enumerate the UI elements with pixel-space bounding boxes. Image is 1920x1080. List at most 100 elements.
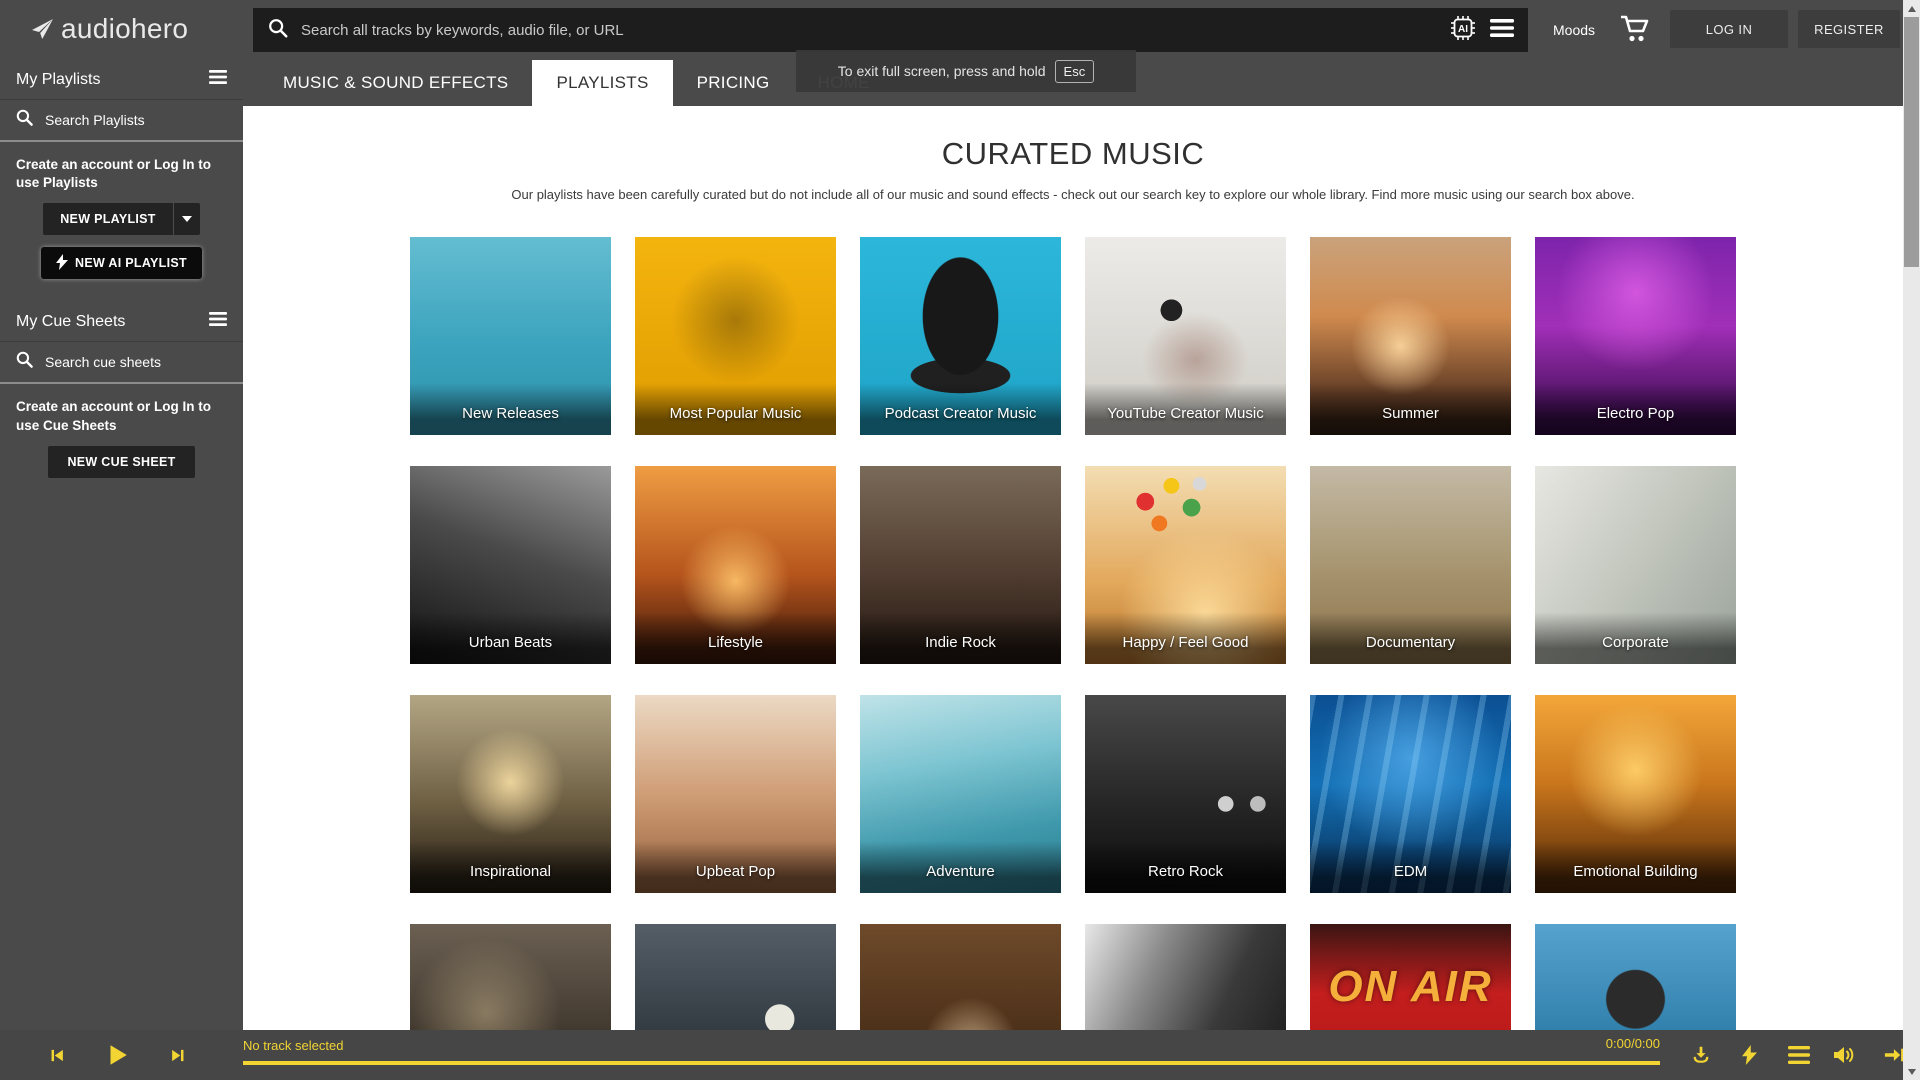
search-bar: AI <box>253 8 1528 52</box>
toast-text: To exit full screen, press and hold <box>838 63 1046 79</box>
tab-playlists[interactable]: PLAYLISTS <box>532 60 672 106</box>
playlist-tile-hiker-facing-snowy-mountains[interactable]: Adventure <box>860 695 1061 893</box>
playlist-tile-shaka-hand-silhouette-at-sunset[interactable]: Lifestyle <box>635 466 836 664</box>
tile-label: Upbeat Pop <box>635 863 836 880</box>
search-cue-sheets-input[interactable] <box>45 354 228 370</box>
tile-label: Most Popular Music <box>635 405 836 422</box>
tile-label: Emotional Building <box>1535 863 1736 880</box>
playlist-tile-band-performing-with-female-singer[interactable]: Indie Rock <box>860 466 1061 664</box>
playlist-tile-red-on-air-sign[interactable]: ON AIR <box>1310 924 1511 1030</box>
cue-sheets-login-note: Create an account or Log In to use Cue S… <box>0 384 243 445</box>
download-icon[interactable] <box>1690 1030 1712 1080</box>
playlist-tile-man-jumping-on-teal-background[interactable]: New Releases <box>410 237 611 435</box>
tile-label: Happy / Feel Good <box>1085 634 1286 651</box>
bolt-icon <box>56 254 68 273</box>
playlist-tile-spooky-tower-with-full-moon[interactable] <box>635 924 836 1030</box>
track-status: No track selected <box>243 1038 343 1053</box>
next-track-button[interactable] <box>170 1030 187 1080</box>
playlists-login-note: Create an account or Log In to use Playl… <box>0 142 243 203</box>
my-playlists-header: My Playlists <box>0 60 243 100</box>
playlist-tile-friends-laughing-with-sunglasses[interactable]: Upbeat Pop <box>635 695 836 893</box>
playlist-tile-person-with-afro-and-sunglasses[interactable] <box>1535 924 1736 1030</box>
my-playlists-title: My Playlists <box>16 71 100 89</box>
scroll-up-arrow[interactable] <box>1903 0 1920 17</box>
search-icon <box>267 17 289 44</box>
tab-music-sound-effects[interactable]: MUSIC & SOUND EFFECTS <box>259 60 532 106</box>
tile-label: Documentary <box>1310 634 1511 651</box>
cue-sheets-search-row <box>0 342 243 384</box>
playlist-tile-black-and-white-skater-under-bridge[interactable]: Urban Beats <box>410 466 611 664</box>
search-input[interactable] <box>289 22 1450 39</box>
playlist-tile-studio-microphone-on-cyan-background[interactable]: Podcast Creator Music <box>860 237 1061 435</box>
playlist-tile-woman-holding-camera-on-tripod[interactable]: YouTube Creator Music <box>1085 237 1286 435</box>
chevron-down-icon <box>182 216 192 222</box>
new-playlist-dropdown[interactable] <box>173 203 200 235</box>
playlist-tile-concert-crowd-purple-magenta-lights[interactable]: Electro Pop <box>1535 237 1736 435</box>
my-cue-sheets-header: My Cue Sheets <box>0 302 243 342</box>
time-display: 0:00/0:00 <box>1565 1036 1660 1051</box>
skip-to-end-icon[interactable] <box>1882 1030 1904 1080</box>
playlists-menu-icon[interactable] <box>209 70 227 89</box>
scroll-down-arrow[interactable] <box>1903 1063 1920 1080</box>
tile-label: Summer <box>1310 405 1511 422</box>
register-button[interactable]: REGISTER <box>1798 10 1900 48</box>
logo-text: audiohero <box>61 13 188 45</box>
seek-bar[interactable] <box>243 1061 1660 1065</box>
tile-label: Adventure <box>860 863 1061 880</box>
tile-label: Indie Rock <box>860 634 1061 651</box>
search-icon <box>15 108 34 132</box>
playlist-tile-people-jumping-at-beach-bonfire-sunset[interactable]: Summer <box>1310 237 1511 435</box>
tile-label: Urban Beats <box>410 634 611 651</box>
paper-plane-icon <box>30 17 54 41</box>
audiohero-logo[interactable]: audiohero <box>30 13 188 45</box>
new-ai-playlist-button[interactable]: NEW AI PLAYLIST <box>41 247 202 279</box>
volume-icon[interactable] <box>1832 1030 1856 1080</box>
scrollbar-thumb[interactable] <box>1904 17 1919 267</box>
login-button[interactable]: LOG IN <box>1670 10 1788 48</box>
queue-icon[interactable] <box>1788 1030 1810 1080</box>
playlist-tile-vintage-car-radio-dashboard[interactable]: Retro Rock <box>1085 695 1286 893</box>
bolt-icon[interactable] <box>1742 1030 1757 1080</box>
new-cue-sheet-button[interactable]: NEW CUE SHEET <box>48 446 194 478</box>
playlists-search-row <box>0 100 243 142</box>
new-ai-playlist-label: NEW AI PLAYLIST <box>75 256 187 270</box>
sidebar: My Playlists Create an account or Log In… <box>0 60 243 1030</box>
cue-sheets-menu-icon[interactable] <box>209 312 227 331</box>
moods-link[interactable]: Moods <box>1553 0 1595 60</box>
playlist-tile-hands-playing-djembe-drum[interactable] <box>860 924 1061 1030</box>
tile-label: Podcast Creator Music <box>860 405 1061 422</box>
search-playlists-input[interactable] <box>45 112 228 128</box>
playlist-tile-van-on-dusty-desert-road[interactable]: Documentary <box>1310 466 1511 664</box>
page-scrollbar[interactable] <box>1903 0 1920 1080</box>
search-icon <box>15 350 34 374</box>
svg-text:AI: AI <box>1458 24 1468 35</box>
playlist-tile-blue-stage-light-beams-concert[interactable]: EDM <box>1310 695 1511 893</box>
main-content: CURATED MUSIC Our playlists have been ca… <box>243 106 1903 1030</box>
playlist-tile-man-with-fedora-hat-jazz[interactable] <box>410 924 611 1030</box>
cart-icon[interactable] <box>1620 14 1652 49</box>
page-title: CURATED MUSIC <box>243 136 1903 172</box>
player-bar: No track selected 0:00/0:00 <box>0 1030 1903 1080</box>
playlist-tile-girl-with-colorful-balloons-in-sunny-field[interactable]: Happy / Feel Good <box>1085 466 1286 664</box>
playlist-tile-hands-typing-on-laptop-keyboard[interactable]: Corporate <box>1535 466 1736 664</box>
playlist-grid: New Releases Most Popular Music Podcast Cr… <box>410 237 1736 1030</box>
tile-label: New Releases <box>410 405 611 422</box>
search-menu-icon[interactable] <box>1490 18 1514 43</box>
ai-search-icon[interactable]: AI <box>1450 15 1476 46</box>
page-description: Our playlists have been carefully curate… <box>243 187 1903 202</box>
play-button[interactable] <box>104 1030 130 1080</box>
tile-label: Inspirational <box>410 863 611 880</box>
playlist-tile-silhouette-raised-arms-orange-sunset[interactable]: Emotional Building <box>1535 695 1736 893</box>
playlist-tile-singer-with-microphone-orange-background[interactable]: Most Popular Music <box>635 237 836 435</box>
new-playlist-label: NEW PLAYLIST <box>43 203 173 235</box>
on-air-sign-text: ON AIR <box>1310 962 1511 1012</box>
playlist-tile-person-with-open-arms-at-sunrise[interactable]: Inspirational <box>410 695 611 893</box>
tile-label: Corporate <box>1535 634 1736 651</box>
tile-label: Electro Pop <box>1535 405 1736 422</box>
previous-track-button[interactable] <box>48 1030 65 1080</box>
my-cue-sheets-title: My Cue Sheets <box>16 313 125 331</box>
playlist-tile-black-and-white-stage-light-beam[interactable] <box>1085 924 1286 1030</box>
tile-label: EDM <box>1310 863 1511 880</box>
tab-pricing[interactable]: PRICING <box>673 60 794 106</box>
new-playlist-button[interactable]: NEW PLAYLIST <box>43 203 200 235</box>
